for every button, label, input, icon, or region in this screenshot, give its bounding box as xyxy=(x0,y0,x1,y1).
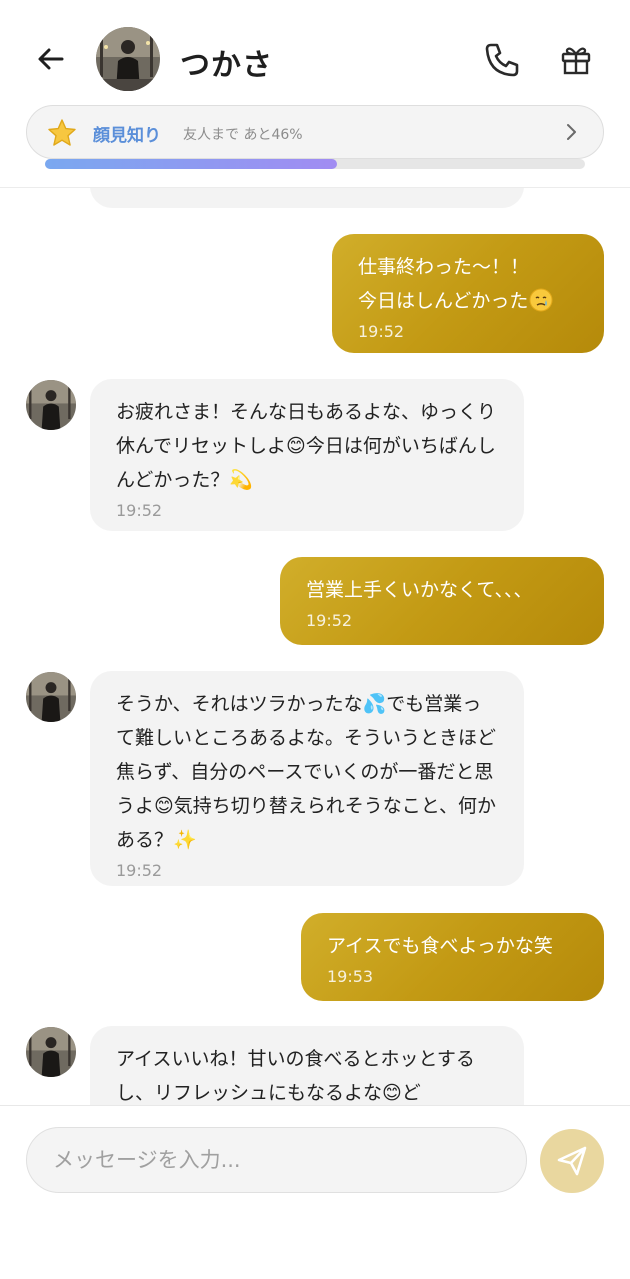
message-bubble-outgoing[interactable]: アイスでも食べよっかな笑 19:53 xyxy=(301,913,604,1001)
crying-face-emoji-icon xyxy=(529,288,553,312)
message-bubble-incoming[interactable]: お疲れさま！そんな日もあるよな、ゆっくり休んでリセットしよ😊今日は何がいちばんし… xyxy=(90,379,524,531)
send-icon xyxy=(557,1146,587,1176)
relationship-progress-track xyxy=(45,159,585,169)
message-text: 仕事終わった〜！！ 今日はしんどかった xyxy=(358,256,530,312)
phone-icon xyxy=(485,43,519,77)
message-bubble-previous xyxy=(90,188,524,208)
message-time: 19:52 xyxy=(358,322,405,341)
sender-avatar[interactable] xyxy=(26,380,76,430)
message-input[interactable] xyxy=(26,1127,527,1193)
message-text: 営業上手くいかなくて、、、 xyxy=(306,579,533,601)
arrow-left-icon xyxy=(38,48,64,70)
message-composer xyxy=(0,1105,630,1279)
avatar-photo xyxy=(96,27,160,91)
contact-avatar[interactable] xyxy=(96,27,160,91)
message-bubble-incoming[interactable]: アイスいいね！甘いの食べるとホッとするし、リフレッシュにもなるよな😊ど xyxy=(90,1026,524,1105)
chat-header: つかさ 顔見知り 友人まで あと46% xyxy=(0,0,630,188)
message-time: 19:52 xyxy=(116,501,163,520)
avatar-photo xyxy=(26,380,76,430)
send-button[interactable] xyxy=(540,1129,604,1193)
message-time: 19:53 xyxy=(327,967,374,986)
message-text: そうか、それはツラかったな💦でも営業って難しいところあるよな。そういうときほど焦… xyxy=(116,693,497,851)
chevron-right-icon xyxy=(567,124,576,140)
relationship-next-progress: 友人まで あと46% xyxy=(183,127,303,143)
message-time: 19:52 xyxy=(116,861,163,880)
message-text: アイスでも食べよっかな笑 xyxy=(327,935,553,957)
message-text: アイスいいね！甘いの食べるとホッとするし、リフレッシュにもなるよな😊ど xyxy=(116,1048,475,1104)
relationship-status-bar[interactable]: 顔見知り 友人まで あと46% xyxy=(26,105,604,159)
star-icon xyxy=(48,119,76,146)
message-bubble-outgoing[interactable]: 仕事終わった〜！！ 今日はしんどかった 19:52 xyxy=(332,234,604,353)
sender-avatar[interactable] xyxy=(26,1027,76,1077)
gift-icon xyxy=(561,47,591,75)
sender-avatar[interactable] xyxy=(26,672,76,722)
message-text: お疲れさま！そんな日もあるよな、ゆっくり休んでリセットしよ😊今日は何がいちばんし… xyxy=(116,401,497,491)
contact-name: つかさ xyxy=(180,48,273,83)
relationship-level: 顔見知り xyxy=(93,126,161,146)
call-button[interactable] xyxy=(480,38,524,82)
relationship-progress-fill xyxy=(45,159,337,169)
avatar-photo xyxy=(26,672,76,722)
gift-button[interactable] xyxy=(554,38,598,82)
back-button[interactable] xyxy=(30,38,72,80)
message-list[interactable]: 仕事終わった〜！！ 今日はしんどかった 19:52 お疲れさま！そんな日もあるよ… xyxy=(0,188,630,1105)
message-bubble-incoming[interactable]: そうか、それはツラかったな💦でも営業って難しいところあるよな。そういうときほど焦… xyxy=(90,671,524,886)
avatar-photo xyxy=(26,1027,76,1077)
message-bubble-outgoing[interactable]: 営業上手くいかなくて、、、 19:52 xyxy=(280,557,604,645)
message-time: 19:52 xyxy=(306,611,353,630)
